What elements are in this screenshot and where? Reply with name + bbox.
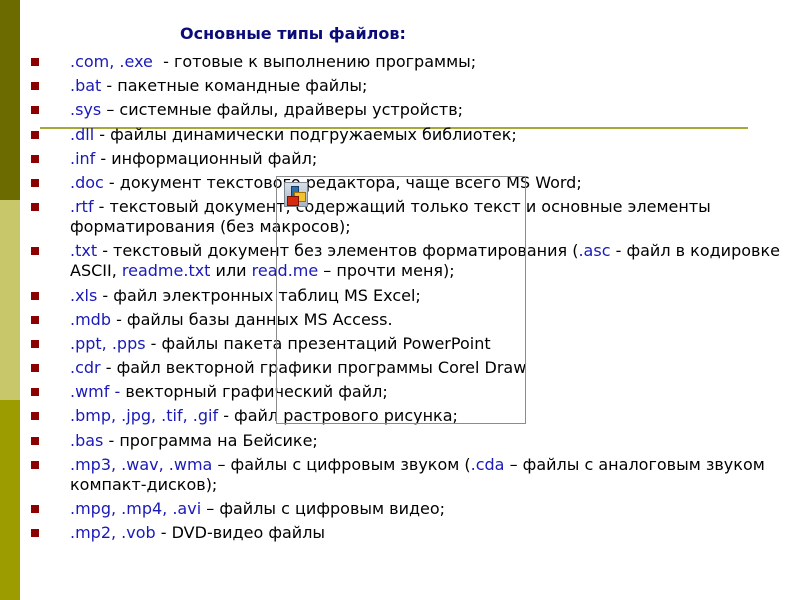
extension: .mp2, .vob	[70, 523, 156, 543]
slide-title: Основные типы файлов:	[180, 24, 406, 43]
extension: .bmp, .jpg, .tif, .gif	[70, 406, 219, 426]
extension: .mpg, .mp4, .avi	[70, 499, 202, 518]
extension: .doc	[70, 172, 104, 192]
extension: .cdr	[70, 358, 101, 378]
extension: .mdb	[70, 309, 111, 329]
description: - программа на Бейсике;	[103, 430, 318, 450]
icon-part	[287, 196, 299, 206]
extension: .asc	[578, 241, 611, 261]
extension: .bas	[70, 430, 104, 450]
bullet-icon	[31, 178, 39, 187]
extension: .wmf -	[70, 382, 121, 402]
extension: .cda	[470, 454, 505, 474]
description: - файлы динамически подгружаемых библиот…	[94, 124, 517, 144]
list-item: .inf - информационный файл;	[0, 149, 800, 169]
description: или	[210, 261, 252, 281]
bullet-icon	[31, 82, 39, 91]
list-item: .dll - файлы динамически подгружаемых би…	[0, 125, 800, 145]
extension: readme.txt	[121, 261, 211, 281]
bullet-icon	[31, 247, 39, 256]
extension: .mp3, .wav, .wma	[70, 454, 213, 474]
bullet-icon	[31, 291, 39, 300]
embedded-object-frame[interactable]	[276, 176, 526, 424]
extension: .txt	[70, 241, 98, 261]
bullet-icon	[31, 412, 39, 421]
bullet-icon	[31, 154, 39, 163]
extension: .inf	[70, 148, 96, 168]
extension: .sys	[70, 100, 102, 120]
bullet-icon	[31, 58, 39, 66]
bullet-icon	[31, 388, 39, 397]
description: - пакетные командные файлы;	[101, 76, 368, 96]
bullet-icon	[31, 460, 39, 469]
embedded-object-icon[interactable]	[284, 182, 308, 207]
bullet-icon	[31, 505, 39, 513]
bullet-icon	[31, 106, 39, 115]
list-item: .com, .exe - готовые к выполнению програ…	[0, 52, 800, 72]
list-item: .mp2, .vob - DVD-видео файлы	[0, 523, 800, 543]
description: - информационный файл;	[95, 148, 318, 168]
list-item: .bat - пакетные командные файлы;	[0, 76, 800, 96]
list-item: .mp3, .wav, .wma – файлы с цифровым звук…	[0, 455, 800, 495]
bullet-icon	[31, 436, 39, 445]
extension: .bat	[70, 76, 102, 96]
list-item: .sys – системные файлы, драйверы устройс…	[0, 100, 800, 120]
extension: .rtf	[70, 197, 94, 217]
bullet-icon	[31, 203, 39, 212]
extension: .com, .exe	[70, 52, 153, 71]
bullet-icon	[31, 529, 39, 538]
bullet-icon	[31, 364, 39, 373]
bullet-icon	[31, 339, 39, 348]
description: - DVD-видео файлы	[155, 523, 326, 543]
bullet-icon	[31, 130, 39, 139]
description: – файлы с цифровым видео;	[201, 499, 446, 518]
extension: .ppt, .pps	[70, 333, 146, 353]
extension: .xls	[70, 285, 98, 305]
description: – системные файлы, драйверы устройств;	[101, 100, 464, 120]
bullet-icon	[31, 315, 39, 324]
extension: .dll	[70, 124, 95, 144]
list-item: .bas - программа на Бейсике;	[0, 431, 800, 451]
description: - готовые к выполнению программы;	[152, 52, 477, 71]
list-item: .mpg, .mp4, .avi – файлы с цифровым виде…	[0, 499, 800, 519]
description: – файлы с цифровым звуком (	[212, 454, 471, 474]
